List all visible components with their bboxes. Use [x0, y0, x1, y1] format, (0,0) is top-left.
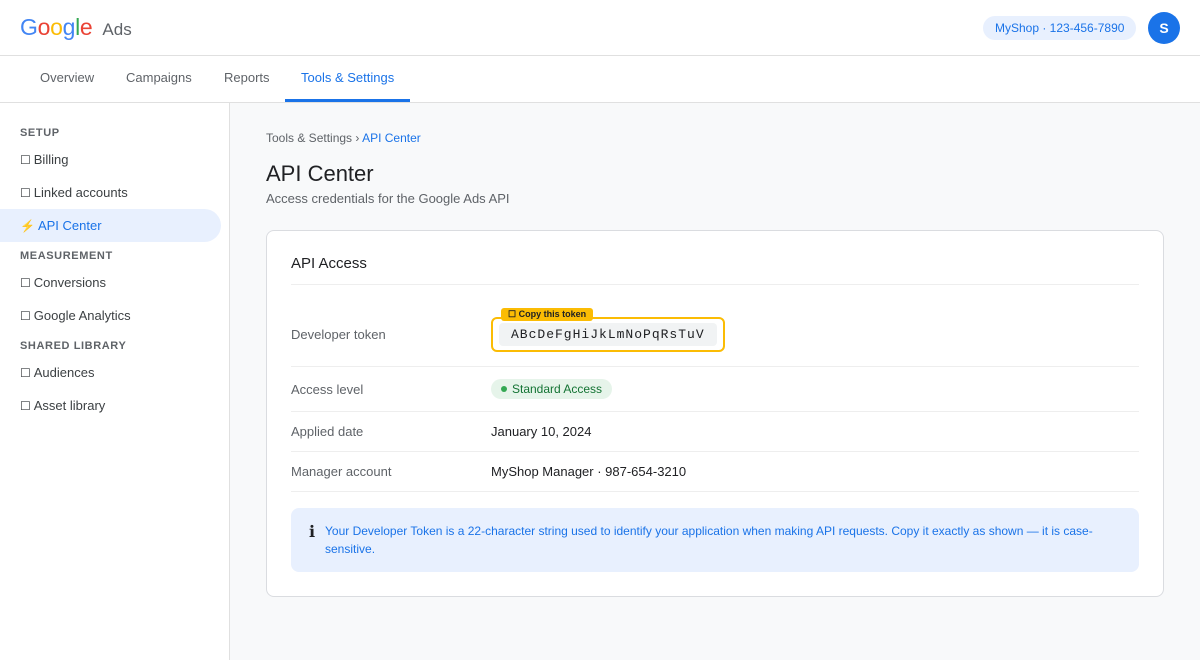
billing-icon: ☐ [20, 153, 31, 167]
sidebar-item-label: Conversions [33, 275, 107, 290]
row-divider [291, 411, 1139, 412]
access-level-label: Access level [291, 382, 364, 397]
sidebar-section-measurement: MEASUREMENT [20, 250, 113, 262]
access-level-value: Standard Access [512, 382, 603, 396]
tab-campaigns[interactable]: Campaigns [110, 56, 208, 102]
row-divider [291, 491, 1139, 492]
applied-date-label: Applied date [291, 424, 364, 439]
account-selector-chip[interactable]: MyShop · 123-456-7890 [983, 16, 1137, 40]
logo-letter: g [62, 14, 76, 40]
sidebar: SETUP ☐ Billing ☐ Linked accounts ⚡ API Cen… [0, 103, 230, 660]
tab-tools-settings[interactable]: Tools & Settings [285, 56, 411, 102]
lightning-icon: ⚡ [20, 219, 35, 233]
breadcrumb-current: API Center [362, 131, 421, 145]
logo-letter: G [20, 14, 38, 40]
tab-reports[interactable]: Reports [208, 56, 286, 102]
sidebar-item-asset-library[interactable]: ☐ Asset library [0, 389, 221, 422]
main-content: Tools & Settings › API Center API Center… [230, 103, 1200, 660]
developer-token-value[interactable]: ABcDeFgHiJkLmNoPqRsTuV [499, 323, 717, 346]
sidebar-item-linked-accounts[interactable]: ☐ Linked accounts [0, 176, 221, 209]
asset-library-icon: ☐ [20, 399, 31, 413]
status-dot-icon [501, 385, 507, 392]
info-text: Your Developer Token is a 22-character s… [325, 524, 1093, 556]
sidebar-item-label: Linked accounts [33, 185, 128, 200]
product-name: Ads [102, 20, 132, 39]
sidebar-item-conversions[interactable]: ☐ Conversions [0, 266, 221, 299]
conversions-icon: ☐ [20, 276, 31, 290]
logo-letter: o [50, 14, 63, 40]
info-notice: ℹ Your Developer Token is a 22-character… [291, 508, 1139, 572]
sidebar-item-api-center[interactable]: ⚡ API Center [0, 209, 221, 242]
sidebar-item-label: Asset library [33, 398, 106, 413]
manager-account-label: Manager account [291, 464, 392, 479]
page-title: API Center [266, 161, 374, 186]
row-divider [291, 366, 1139, 367]
developer-token-label: Developer token [291, 327, 386, 342]
access-level-badge: Standard Access [491, 379, 613, 399]
sidebar-item-billing[interactable]: ☐ Billing [0, 143, 221, 176]
google-ads-logo[interactable]: Google Ads [20, 14, 132, 41]
applied-date-value: January 10, 2024 [491, 424, 592, 439]
sidebar-item-google-analytics[interactable]: ☐ Google Analytics [0, 299, 221, 332]
sidebar-section-shared-library: SHARED LIBRARY [20, 340, 127, 352]
sidebar-item-label: Billing [33, 152, 69, 167]
breadcrumb-separator: › [355, 131, 360, 145]
top-header: Google Ads MyShop · 123-456-7890 S [0, 0, 1200, 56]
main-tabs: Overview Campaigns Reports Tools & Setti… [0, 56, 1200, 103]
analytics-icon: ☐ [20, 309, 31, 323]
google-wordmark: Google [20, 14, 93, 41]
sidebar-item-label: Audiences [33, 365, 95, 380]
user-avatar[interactable]: S [1148, 12, 1180, 44]
card-title: API Access [291, 255, 367, 272]
logo-letter: o [37, 14, 51, 40]
sidebar-item-audiences[interactable]: ☐ Audiences [0, 356, 221, 389]
row-divider [291, 451, 1139, 452]
sidebar-item-label: Google Analytics [33, 308, 131, 323]
breadcrumb: Tools & Settings › API Center [266, 131, 421, 145]
tab-overview[interactable]: Overview [24, 56, 110, 102]
sidebar-item-label: API Center [37, 218, 102, 233]
linked-accounts-icon: ☐ [20, 186, 31, 200]
logo-letter: e [79, 14, 93, 40]
manager-account-value: MyShop Manager · 987-654-3210 [491, 464, 687, 479]
sidebar-section-setup: SETUP [20, 127, 60, 139]
info-icon: ℹ [309, 524, 316, 541]
page-subtitle: Access credentials for the Google Ads AP… [266, 191, 510, 206]
card-divider [291, 284, 1139, 285]
breadcrumb-parent[interactable]: Tools & Settings [266, 131, 352, 145]
copy-token-tag[interactable]: ☐ Copy this token [501, 308, 594, 321]
developer-token-highlight: ABcDeFgHiJkLmNoPqRsTuV [491, 317, 725, 352]
api-access-card: API Access Developer token ABcDeFgHiJkLm… [266, 230, 1164, 597]
audiences-icon: ☐ [20, 366, 31, 380]
